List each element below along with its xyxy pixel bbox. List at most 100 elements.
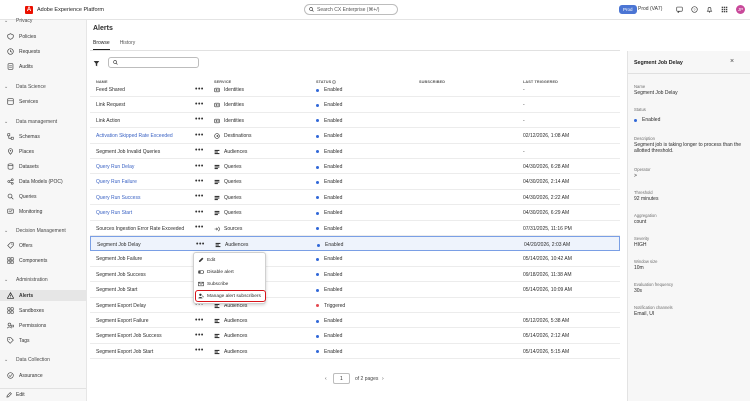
alert-name[interactable]: Link Request: [96, 102, 125, 108]
status-label: Enabled: [324, 271, 343, 278]
sidebar-item-permissions[interactable]: Permissions: [0, 320, 86, 331]
alert-name[interactable]: Query Run Delay: [96, 164, 134, 170]
table-row[interactable]: Query Run Success ••• Queries Enabled 04/30/…: [90, 190, 620, 206]
sidebar-edit-button[interactable]: Edit: [0, 388, 86, 401]
alert-name[interactable]: Segment Job Invalid Queries: [96, 149, 160, 155]
bell-icon[interactable]: [705, 5, 714, 14]
more-actions-icon[interactable]: •••: [195, 147, 204, 154]
previous-page-button[interactable]: ‹: [325, 376, 327, 382]
more-actions-icon[interactable]: •••: [195, 101, 204, 108]
service-label: Audiences: [224, 318, 248, 324]
alert-name[interactable]: Segment Job Delay: [97, 242, 141, 248]
sidebar-section-decision-management[interactable]: ⌄ Decision Management: [4, 228, 66, 234]
more-actions-icon[interactable]: •••: [195, 209, 204, 216]
more-actions-icon[interactable]: •••: [195, 86, 204, 93]
alert-name[interactable]: Query Run Success: [96, 195, 140, 201]
more-actions-icon[interactable]: •••: [195, 224, 204, 231]
menu-item-subscribe[interactable]: Subscribe: [198, 281, 228, 287]
table-row[interactable]: Sources Ingestion Error Rate Exceeded •••…: [90, 221, 620, 236]
alert-name[interactable]: Segment Export Delay: [96, 303, 146, 309]
table-row[interactable]: Query Run Start ••• Queries Enabled 04/30/20…: [90, 205, 620, 221]
environment-badge[interactable]: Prod: [619, 5, 637, 14]
sidebar-item-monitoring[interactable]: Monitoring: [0, 206, 86, 217]
more-actions-icon[interactable]: •••: [195, 132, 204, 139]
status-label: Enabled: [324, 133, 343, 140]
page-number-input[interactable]: 1: [333, 373, 350, 384]
sidebar-item-services[interactable]: Services: [0, 96, 86, 107]
menu-item-edit[interactable]: Edit: [198, 257, 215, 263]
status-label: Enabled: [324, 225, 343, 232]
table-row[interactable]: Activation Skipped Rate Exceeded ••• Desti…: [90, 128, 620, 144]
tab-history[interactable]: History: [120, 40, 136, 50]
table-row[interactable]: Feed Shared ••• Identities Enabled -: [90, 82, 620, 98]
table-row[interactable]: Segment Job Success•••Enabled09/18/2026,…: [90, 267, 620, 283]
apps-grid-icon[interactable]: [720, 5, 729, 14]
table-row[interactable]: Segment Job Invalid Queries ••• Audiences E…: [90, 144, 620, 159]
table-row[interactable]: Segment Export Failure ••• Audiences Enable…: [90, 313, 620, 329]
alert-name[interactable]: Sources Ingestion Error Rate Exceeded: [96, 226, 184, 232]
alert-name[interactable]: Segment Job Failure: [96, 256, 142, 262]
table-row[interactable]: Link Action ••• Identities Enabled -: [90, 113, 620, 129]
sidebar-section-administration[interactable]: ⌄ Administration: [4, 277, 48, 283]
close-icon[interactable]: ×: [730, 58, 734, 65]
sidebar-section-privacy[interactable]: ⌄ Privacy: [4, 18, 32, 24]
tab-browse[interactable]: Browse: [93, 40, 110, 50]
alert-name[interactable]: Query Run Failure: [96, 179, 137, 185]
sidebar-item-offers[interactable]: Offers: [0, 240, 86, 251]
sidebar-item-audits[interactable]: Audits: [0, 61, 86, 72]
table-row[interactable]: Segment Export Delay ••• Audiences Triggere…: [90, 298, 620, 313]
sidebar-item-data-models[interactable]: Data Models (POC): [0, 176, 86, 187]
more-actions-icon[interactable]: •••: [195, 317, 204, 324]
more-actions-icon[interactable]: •••: [195, 178, 204, 185]
more-actions-icon[interactable]: •••: [195, 163, 204, 170]
user-avatar[interactable]: JP: [736, 5, 745, 14]
sidebar-section-data-management[interactable]: ⌄ Data management: [4, 119, 57, 125]
sidebar-item-alerts[interactable]: Alerts: [0, 290, 86, 301]
app-title[interactable]: Adobe Experience Platform: [37, 7, 104, 13]
alert-name[interactable]: Segment Export Failure: [96, 318, 149, 324]
alerts-search-input[interactable]: [108, 57, 199, 68]
sidebar-section-data-science[interactable]: ⌄ Data Science: [4, 84, 46, 90]
alert-name[interactable]: Segment Export Job Success: [96, 333, 162, 339]
status-cell: Enabled: [316, 318, 342, 324]
alert-name[interactable]: Segment Job Success: [96, 272, 146, 278]
sidebar-item-policies[interactable]: Policies: [0, 31, 86, 42]
alert-name[interactable]: Link Action: [96, 118, 120, 124]
alert-name[interactable]: Segment Job Start: [96, 287, 137, 293]
sidebar-section-data-collection[interactable]: ⌄ Data Collection: [4, 357, 50, 363]
sandbox-switcher[interactable]: Prod (VA7): [638, 6, 662, 12]
notifications-feed-icon[interactable]: [675, 5, 684, 14]
menu-item-disable-alert[interactable]: Disable alert: [198, 269, 234, 275]
more-actions-icon[interactable]: •••: [196, 241, 205, 248]
alert-name[interactable]: Feed Shared: [96, 87, 125, 93]
alert-name[interactable]: Segment Export Job Start: [96, 349, 153, 355]
alert-name[interactable]: Query Run Start: [96, 210, 132, 216]
more-actions-icon[interactable]: •••: [195, 116, 204, 123]
table-row[interactable]: Query Run Failure ••• Queries Enabled 04/30/…: [90, 174, 620, 190]
adobe-logo[interactable]: A: [25, 5, 33, 14]
sidebar-item-schemas[interactable]: Schemas: [0, 131, 86, 142]
sidebar-item-components[interactable]: Components: [0, 255, 86, 266]
more-actions-icon[interactable]: •••: [195, 193, 204, 200]
sidebar-item-sandboxes[interactable]: Sandboxes: [0, 305, 86, 316]
more-actions-icon[interactable]: •••: [195, 332, 204, 339]
table-row[interactable]: Segment Job Failure•••Enabled05/14/2026,…: [90, 251, 620, 267]
next-page-button[interactable]: ›: [382, 376, 384, 382]
table-row[interactable]: Segment Job Delay ••• Audiences Enabled 04/2…: [90, 236, 620, 252]
sidebar-item-assurance[interactable]: Assurance: [0, 370, 86, 381]
table-row[interactable]: Segment Job Start•••Enabled05/14/2026, 1…: [90, 282, 620, 298]
table-row[interactable]: Link Request ••• Identities Enabled -: [90, 97, 620, 113]
sidebar-item-datasets[interactable]: Datasets: [0, 161, 86, 172]
filter-button[interactable]: [92, 59, 101, 68]
sidebar-item-places[interactable]: Places: [0, 146, 86, 157]
more-actions-icon[interactable]: •••: [195, 347, 204, 354]
sidebar-item-tags[interactable]: Tags: [0, 335, 86, 346]
alert-name[interactable]: Activation Skipped Rate Exceeded: [96, 133, 173, 139]
sidebar-item-queries[interactable]: Queries: [0, 191, 86, 202]
sidebar-item-requests[interactable]: Requests: [0, 46, 86, 57]
table-row[interactable]: Segment Export Job Start ••• Audiences Enab…: [90, 344, 620, 360]
help-icon[interactable]: ?: [690, 5, 699, 14]
table-row[interactable]: Query Run Delay ••• Queries Enabled 04/30/20…: [90, 159, 620, 175]
table-row[interactable]: Segment Export Job Success ••• Audiences En…: [90, 328, 620, 344]
global-search[interactable]: Search CX Enterprise (⌘+/): [304, 4, 398, 15]
